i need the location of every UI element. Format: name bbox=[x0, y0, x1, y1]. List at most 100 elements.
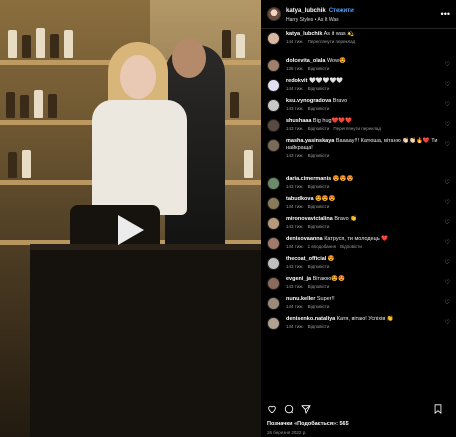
comment-body: nunu.keller Super!! 144 тиж. Відповісти bbox=[286, 296, 441, 316]
avatar[interactable] bbox=[267, 119, 280, 132]
avatar[interactable] bbox=[267, 197, 280, 210]
comment-text: 😍 bbox=[327, 256, 335, 262]
comment-action[interactable]: Відповісти bbox=[308, 304, 330, 309]
comment-like-icon[interactable]: ♡ bbox=[445, 61, 450, 68]
comment-action[interactable]: 1 вподобання bbox=[308, 244, 337, 249]
song-label[interactable]: Harry Styles • As It Was bbox=[286, 16, 354, 25]
comment-meta: 143 тиж. Відповісти bbox=[286, 224, 441, 229]
comment-username[interactable]: ksu.vynogradova bbox=[286, 98, 331, 104]
more-icon[interactable]: ••• bbox=[441, 9, 450, 19]
bottle bbox=[6, 92, 15, 118]
comment-action[interactable]: Відповісти bbox=[308, 284, 330, 289]
avatar[interactable] bbox=[267, 217, 280, 230]
comment-username[interactable]: tabudkova bbox=[286, 196, 314, 202]
avatar[interactable] bbox=[267, 139, 280, 152]
bottle bbox=[236, 34, 245, 58]
post-header: katya_lubchik Стежити Harry Styles • As I… bbox=[261, 0, 456, 28]
comment-action[interactable]: Переглянути переклад bbox=[308, 39, 356, 44]
avatar[interactable] bbox=[267, 79, 280, 92]
comment-like-icon[interactable]: ♡ bbox=[445, 101, 450, 108]
comment-like-icon[interactable]: ♡ bbox=[445, 179, 450, 186]
bottle bbox=[22, 35, 31, 58]
comment-username[interactable]: mironovavictalina bbox=[286, 216, 333, 222]
comment-username[interactable]: katya_lubchik bbox=[286, 31, 322, 37]
comment-time: 144 тиж. bbox=[286, 304, 304, 309]
comment-like-icon[interactable]: ♡ bbox=[445, 299, 450, 306]
comment-like-icon[interactable]: ♡ bbox=[445, 219, 450, 226]
avatar[interactable] bbox=[267, 277, 280, 290]
comment-text: Big hug❤️❤️❤️ bbox=[312, 118, 353, 124]
likes-count[interactable]: Позначки «Подобається»: 565 bbox=[267, 421, 349, 427]
comment-body: thecoat_official 😍 143 тиж. Відповісти bbox=[286, 256, 441, 276]
avatar[interactable] bbox=[267, 257, 280, 270]
avatar[interactable] bbox=[267, 237, 280, 250]
share-icon[interactable] bbox=[301, 404, 311, 414]
comment-action[interactable]: Відповісти bbox=[308, 66, 330, 71]
comment-username[interactable]: denisovaanna bbox=[286, 236, 323, 242]
divider bbox=[261, 28, 456, 29]
comment-username[interactable]: nunu.keller bbox=[286, 296, 315, 302]
heart-icon[interactable] bbox=[267, 404, 277, 414]
avatar[interactable] bbox=[267, 297, 280, 310]
header-username[interactable]: katya_lubchik bbox=[286, 8, 326, 14]
comment-username[interactable]: shushaaa bbox=[286, 118, 311, 124]
avatar[interactable] bbox=[267, 99, 280, 112]
comment-icon[interactable] bbox=[284, 404, 294, 414]
play-icon[interactable] bbox=[114, 213, 146, 247]
comment-meta: 144 тиж. Відповісти bbox=[286, 204, 441, 209]
comment-time: 143 тиж. bbox=[286, 264, 304, 269]
avatar[interactable] bbox=[267, 317, 280, 330]
video-player[interactable] bbox=[0, 0, 261, 437]
comment-action[interactable]: Відповісти bbox=[308, 204, 330, 209]
comment-body: evgeni_ja Вітаюю😍😍 143 тиж. Відповісти bbox=[286, 276, 441, 296]
comment-text: 😍😍😍 bbox=[315, 196, 336, 202]
comment-username[interactable]: dolcevita_olala bbox=[286, 58, 325, 64]
comment-like-icon[interactable]: ♡ bbox=[445, 199, 450, 206]
comment-action[interactable]: Відповісти bbox=[308, 264, 330, 269]
bottle bbox=[22, 150, 31, 178]
counter bbox=[30, 250, 261, 437]
comment-username[interactable]: masha.yasinskaya bbox=[286, 138, 334, 144]
comment-action[interactable]: Переглянути переклад bbox=[333, 126, 381, 131]
follow-button[interactable]: Стежити bbox=[329, 8, 354, 14]
avatar[interactable] bbox=[267, 7, 281, 21]
comment-text: Катя, вітаю! Успіхів 👏 bbox=[336, 316, 394, 322]
bottle bbox=[8, 152, 17, 178]
comment-username[interactable]: thecoat_official bbox=[286, 256, 326, 262]
comment-like-icon[interactable]: ♡ bbox=[445, 279, 450, 286]
avatar[interactable] bbox=[267, 177, 280, 190]
bottle bbox=[48, 94, 57, 118]
comment-action[interactable]: Відповісти bbox=[308, 184, 330, 189]
comment-like-icon[interactable]: ♡ bbox=[445, 239, 450, 246]
comment-action[interactable]: Відповісти bbox=[308, 106, 330, 111]
comment-time: 143 тиж. bbox=[286, 184, 304, 189]
comment-like-icon[interactable]: ♡ bbox=[445, 81, 450, 88]
bottle bbox=[36, 28, 45, 58]
comment-like-icon[interactable]: ♡ bbox=[445, 121, 450, 128]
comment-time: 136 тиж. bbox=[286, 66, 304, 71]
comment-like-icon[interactable]: ♡ bbox=[445, 319, 450, 326]
comment-row: daria.cimermanis 😍😍😍 143 тиж. Відповісти ♡ bbox=[261, 176, 456, 196]
comment-action[interactable]: Відповісти bbox=[308, 224, 330, 229]
comment-text-line: denisovaanna Катруся, ти молодець ❤️ bbox=[286, 236, 441, 243]
comment-username[interactable]: daria.cimermanis bbox=[286, 176, 331, 182]
comment-action[interactable]: Відповісти bbox=[308, 153, 330, 158]
comment-action[interactable]: Відповісти bbox=[308, 86, 330, 91]
comment-action[interactable]: Відповісти bbox=[340, 244, 362, 249]
bottle bbox=[230, 92, 239, 118]
comment-meta: 144 тиж. Відповісти bbox=[286, 86, 441, 91]
comment-text-line: redokvit 🤍🤍🤍🤍🤍 bbox=[286, 78, 441, 85]
comment-row: dolcevita_olala Wow😍 136 тиж. Відповісти ♡ bbox=[261, 58, 456, 78]
avatar[interactable] bbox=[267, 32, 280, 45]
comment-action[interactable]: Відповісти bbox=[308, 126, 330, 131]
comment-meta: 144 тиж. Відповісти bbox=[286, 304, 441, 309]
comment-username[interactable]: denisenko.nataliya bbox=[286, 316, 335, 322]
comment-like-icon[interactable]: ♡ bbox=[445, 259, 450, 266]
comment-username[interactable]: redokvit bbox=[286, 78, 307, 84]
avatar[interactable] bbox=[267, 59, 280, 72]
comment-username[interactable]: evgeni_ja bbox=[286, 276, 311, 282]
comment-meta: 143 тиж. Відповісти Переглянути переклад bbox=[286, 126, 441, 131]
comment-like-icon[interactable]: ♡ bbox=[445, 141, 450, 148]
comment-action[interactable]: Відповісти bbox=[308, 324, 330, 329]
bookmark-icon[interactable] bbox=[433, 404, 443, 414]
